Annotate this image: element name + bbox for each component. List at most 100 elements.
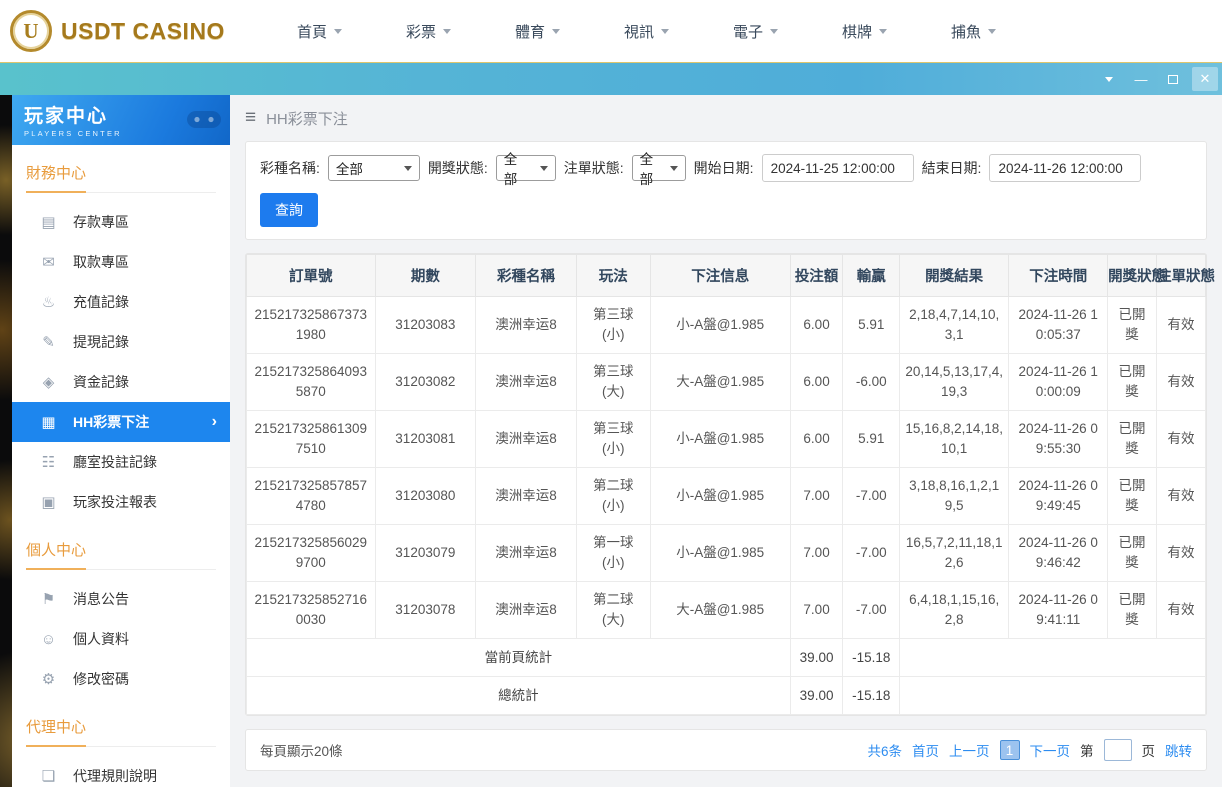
cell-lottery: 澳洲幸运8 [476,582,577,639]
start-date-input[interactable] [762,154,914,182]
total-summary-spacer [900,677,1206,715]
cell-lottery: 澳洲幸运8 [476,354,577,411]
start-date-label: 開始日期: [694,158,754,178]
section-label: 代理中心 [26,716,86,747]
sidebar-section-finance: 財務中心 [26,162,216,193]
logo[interactable]: U USDT CASINO [10,10,225,52]
cell-result: 2,18,4,7,14,10,3,1 [900,297,1009,354]
top-navbar: U USDT CASINO 首頁 彩票 體育 視訊 電子 棋牌 捕魚 [0,0,1222,62]
window-minimize-button[interactable]: — [1128,67,1154,91]
window-collapse-button[interactable] [1096,67,1122,91]
window-maximize-button[interactable] [1160,67,1186,91]
nav-item-slots[interactable]: 電子 [733,21,778,42]
nav-item-label: 彩票 [406,21,436,42]
person-icon: ☺ [39,631,58,648]
gamepad-icon [186,106,222,135]
sidebar-item-funds-record[interactable]: ◈ 資金記錄 [12,362,230,402]
sidebar-item-recharge-record[interactable]: ♨ 充值記錄 [12,282,230,322]
total-summary-amount: 39.00 [790,677,843,715]
cell-bet-info: 大-A盤@1.985 [650,354,790,411]
sidebar-item-withdraw[interactable]: ✉ 取款專區 [12,242,230,282]
total-count-text: 共6条 [867,740,902,760]
recharge-record-icon: ♨ [39,293,58,311]
current-page-button[interactable]: 1 [1000,740,1020,760]
col-result: 開獎結果 [900,255,1009,297]
sidebar-item-label: 資金記錄 [73,372,129,392]
window-close-button[interactable]: ✕ [1192,67,1218,91]
cell-amount: 7.00 [790,582,843,639]
nav-item-fishing[interactable]: 捕魚 [951,21,996,42]
sidebar-item-player-bet-report[interactable]: ▣ 玩家投注報表 [12,482,230,522]
menu-toggle-icon[interactable]: ≡ [245,107,256,129]
chevron-down-icon [661,29,669,34]
sidebar-item-label: 玩家投注報表 [73,492,157,512]
sidebar-section-personal: 個人中心 [26,539,216,570]
cell-win-loss: -7.00 [843,525,900,582]
window-controls: — ✕ [1096,67,1218,91]
sidebar-item-agent-rules[interactable]: ❏ 代理規則說明 [12,756,230,787]
col-order-no: 訂單號 [247,255,376,297]
jump-button[interactable]: 跳转 [1165,740,1192,760]
nav-item-card-games[interactable]: 棋牌 [842,21,887,42]
jump-prefix-label: 第 [1080,740,1094,760]
cell-period: 31203080 [375,468,476,525]
cell-lottery: 澳洲幸运8 [476,468,577,525]
bets-table: 訂單號 期數 彩種名稱 玩法 下注信息 投注額 輸贏 開獎結果 下注時間 開獎狀… [246,254,1206,715]
nav-item-label: 視訊 [624,21,654,42]
main-nav: 首頁 彩票 體育 視訊 電子 棋牌 捕魚 [297,21,996,42]
main-content: ≡ HH彩票下注 彩種名稱: 全部 開獎狀態: 全部 注單狀態: 全部 [230,95,1222,787]
withdraw-record-icon: ✎ [39,333,58,351]
col-period: 期數 [375,255,476,297]
chevron-down-icon [552,29,560,34]
cell-amount: 7.00 [790,468,843,525]
sidebar-item-label: 提現記錄 [73,332,129,352]
prev-page-link[interactable]: 上一页 [949,740,990,760]
player-center-header: 玩家中心 PLAYERS CENTER [12,95,230,145]
next-page-link[interactable]: 下一页 [1030,740,1071,760]
sidebar-item-label: 取款專區 [73,252,129,272]
cell-time: 2024-11-26 09:55:30 [1009,411,1108,468]
logo-emblem-letter: U [23,19,38,44]
col-draw-status: 開獎狀態 [1108,255,1157,297]
sidebar-item-deposit[interactable]: ▤ 存款專區 [12,202,230,242]
col-time: 下注時間 [1009,255,1108,297]
cell-play: 第二球(小) [576,468,650,525]
logo-text: USDT CASINO [61,18,225,45]
document-icon: ❏ [39,767,58,785]
nav-item-lottery[interactable]: 彩票 [406,21,451,42]
nav-item-live-video[interactable]: 視訊 [624,21,669,42]
cell-order-status: 有效 [1157,468,1206,525]
sidebar-item-room-bet-record[interactable]: ☷ 廳室投註記錄 [12,442,230,482]
logo-emblem-icon: U [10,10,52,52]
sidebar-item-profile[interactable]: ☺ 個人資料 [12,619,230,659]
page-summary-spacer [900,639,1206,677]
cell-play: 第一球(小) [576,525,650,582]
chevron-down-icon [334,29,342,34]
room-bet-record-icon: ☷ [39,453,58,471]
nav-item-sports[interactable]: 體育 [515,21,560,42]
sidebar-item-withdraw-record[interactable]: ✎ 提現記錄 [12,322,230,362]
page-jump-input[interactable] [1104,739,1132,761]
end-date-input[interactable] [989,154,1141,182]
sidebar-item-change-password[interactable]: ⚙ 修改密碼 [12,659,230,699]
cell-win-loss: 5.91 [843,411,900,468]
search-button[interactable]: 查詢 [260,193,318,227]
page-summary-amount: 39.00 [790,639,843,677]
sidebar: 玩家中心 PLAYERS CENTER 財務中心 ▤ 存款專區 ✉ 取款專區 [12,95,230,787]
draw-status-select[interactable]: 全部 [496,155,556,181]
chevron-down-icon [879,29,887,34]
cell-win-loss: 5.91 [843,297,900,354]
order-status-select[interactable]: 全部 [632,155,686,181]
close-icon: ✕ [1200,71,1211,87]
nav-item-home[interactable]: 首頁 [297,21,342,42]
sidebar-item-hh-lottery-bet[interactable]: ▦ HH彩票下注 › [12,402,230,442]
cell-win-loss: -7.00 [843,582,900,639]
first-page-link[interactable]: 首页 [912,740,939,760]
cell-bet-info: 小-A盤@1.985 [650,468,790,525]
cell-order-status: 有效 [1157,582,1206,639]
lottery-select[interactable]: 全部 [328,155,420,181]
sidebar-item-notice[interactable]: ⚑ 消息公告 [12,579,230,619]
minimize-icon: — [1135,72,1148,87]
maximize-icon [1168,75,1178,84]
cell-play: 第二球(大) [576,582,650,639]
